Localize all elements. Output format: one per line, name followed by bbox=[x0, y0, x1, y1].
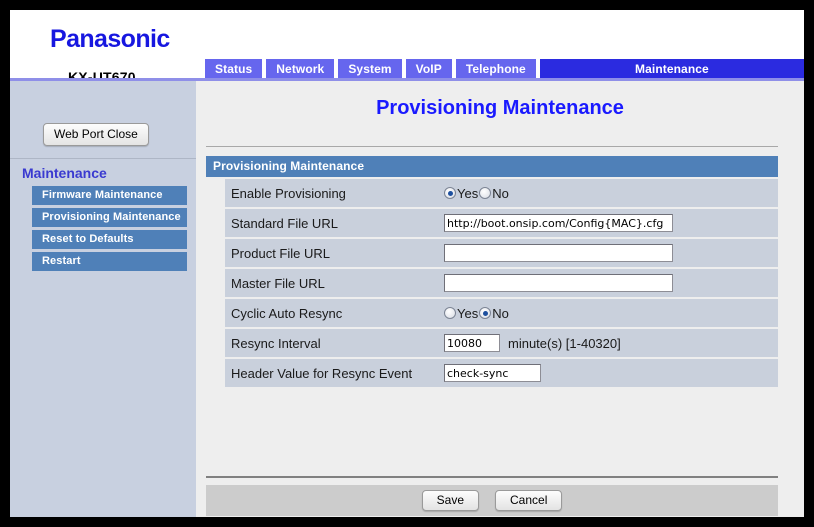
master-file-url-input[interactable] bbox=[444, 274, 673, 292]
cancel-button[interactable]: Cancel bbox=[495, 490, 563, 511]
table-row: Standard File URL bbox=[225, 209, 778, 237]
cyclic-auto-resync-no-option[interactable]: No bbox=[479, 306, 509, 321]
field-resync-interval: minute(s) [1-40320] bbox=[444, 334, 778, 352]
tab-telephone[interactable]: Telephone bbox=[455, 59, 536, 78]
cyclic-auto-resync-no-label: No bbox=[492, 305, 509, 321]
label-standard-file-url: Standard File URL bbox=[231, 215, 338, 231]
header-value-for-resync-event-input[interactable] bbox=[444, 364, 541, 382]
sidebar-item-provisioning-maintenance[interactable]: Provisioning Maintenance bbox=[32, 208, 187, 227]
enable-provisioning-radio-group: Yes No bbox=[444, 186, 510, 201]
sidebar-item-firmware-maintenance[interactable]: Firmware Maintenance bbox=[32, 186, 187, 205]
standard-file-url-input[interactable] bbox=[444, 214, 673, 232]
browser-page: Panasonic KX-UT670 Status Network System… bbox=[10, 10, 804, 517]
radio-icon[interactable] bbox=[444, 307, 456, 319]
provisioning-form: Provisioning Maintenance Enable Provisio… bbox=[206, 156, 778, 387]
enable-provisioning-no-option[interactable]: No bbox=[479, 186, 509, 201]
cyclic-auto-resync-radio-group: Yes No bbox=[444, 306, 510, 321]
resync-interval-hint: minute(s) [1-40320] bbox=[508, 335, 621, 351]
sidebar-item-restart[interactable]: Restart bbox=[32, 252, 187, 271]
field-product-file-url bbox=[444, 244, 778, 262]
cyclic-auto-resync-yes-option[interactable]: Yes bbox=[444, 306, 478, 321]
resync-interval-input[interactable] bbox=[444, 334, 500, 352]
form-button-bar: Save Cancel bbox=[206, 485, 778, 516]
save-button[interactable]: Save bbox=[421, 490, 479, 511]
field-enable-provisioning: Yes No bbox=[444, 186, 778, 201]
enable-provisioning-yes-label: Yes bbox=[457, 185, 479, 201]
field-cyclic-auto-resync: Yes No bbox=[444, 306, 778, 321]
sidebar-menu: Firmware Maintenance Provisioning Mainte… bbox=[32, 186, 187, 274]
tab-network[interactable]: Network bbox=[266, 59, 335, 78]
sidebar-heading: Maintenance bbox=[22, 165, 107, 181]
enable-provisioning-no-label: No bbox=[492, 185, 509, 201]
label-enable-provisioning: Enable Provisioning bbox=[231, 185, 346, 201]
sidebar: Web Port Close Maintenance Firmware Main… bbox=[10, 81, 196, 517]
radio-icon[interactable] bbox=[444, 187, 456, 199]
form-bottom-divider bbox=[206, 476, 778, 478]
tab-maintenance[interactable]: Maintenance bbox=[539, 59, 804, 78]
main-tab-bar: Status Network System VoIP Telephone Mai… bbox=[205, 59, 804, 78]
label-cyclic-auto-resync: Cyclic Auto Resync bbox=[231, 305, 343, 321]
field-header-value-for-resync-event bbox=[444, 364, 778, 382]
table-row: Enable Provisioning Yes No bbox=[225, 179, 778, 207]
sidebar-item-reset-to-defaults[interactable]: Reset to Defaults bbox=[32, 230, 187, 249]
product-file-url-input[interactable] bbox=[444, 244, 673, 262]
label-header-value-for-resync-event: Header Value for Resync Event bbox=[231, 365, 413, 381]
table-row: Cyclic Auto Resync Yes No bbox=[225, 299, 778, 327]
radio-icon[interactable] bbox=[479, 307, 492, 319]
tab-system[interactable]: System bbox=[338, 59, 402, 78]
section-header: Provisioning Maintenance bbox=[206, 156, 778, 177]
field-master-file-url bbox=[444, 274, 778, 292]
label-product-file-url: Product File URL bbox=[231, 245, 330, 261]
table-row: Product File URL bbox=[225, 239, 778, 267]
label-master-file-url: Master File URL bbox=[231, 275, 325, 291]
main-content: Provisioning Maintenance Provisioning Ma… bbox=[196, 81, 804, 517]
radio-icon[interactable] bbox=[479, 187, 492, 199]
web-port-close-button[interactable]: Web Port Close bbox=[43, 123, 149, 146]
enable-provisioning-yes-option[interactable]: Yes bbox=[444, 186, 478, 201]
tab-status[interactable]: Status bbox=[205, 59, 263, 78]
tab-voip[interactable]: VoIP bbox=[405, 59, 452, 78]
title-divider bbox=[206, 146, 778, 147]
table-row: Resync Interval minute(s) [1-40320] bbox=[225, 329, 778, 357]
table-row: Master File URL bbox=[225, 269, 778, 297]
cyclic-auto-resync-yes-label: Yes bbox=[457, 305, 479, 321]
field-standard-file-url bbox=[444, 214, 778, 232]
table-row: Header Value for Resync Event bbox=[225, 359, 778, 387]
label-resync-interval: Resync Interval bbox=[231, 335, 321, 351]
page-title: Provisioning Maintenance bbox=[376, 97, 624, 119]
sidebar-divider bbox=[10, 158, 196, 159]
panasonic-logo: Panasonic bbox=[50, 25, 170, 53]
